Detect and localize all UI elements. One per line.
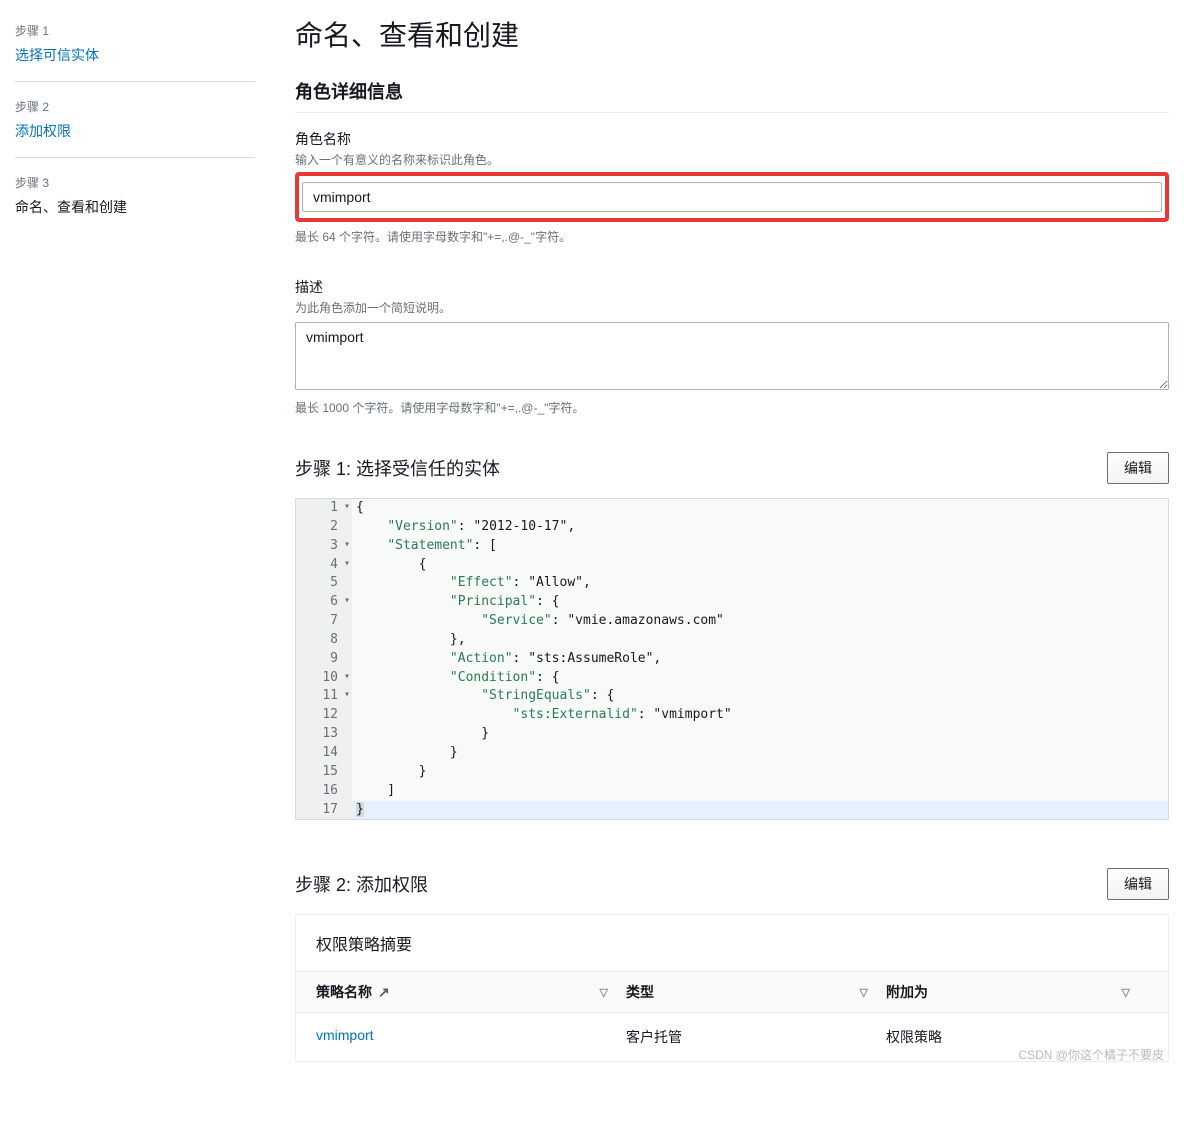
wizard-step-1[interactable]: 步骤 1 选择可信实体 <box>15 14 275 79</box>
column-type[interactable]: 类型 ▽ <box>626 982 886 1002</box>
role-name-highlight <box>295 172 1169 222</box>
divider <box>15 157 255 158</box>
policy-type: 客户托管 <box>626 1027 886 1047</box>
column-label: 附加为 <box>886 982 928 1002</box>
step-number: 步骤 3 <box>15 174 275 191</box>
step1-title: 步骤 1: 选择受信任的实体 <box>295 455 500 481</box>
sort-icon[interactable]: ▽ <box>1122 986 1148 999</box>
role-name-hint: 输入一个有意义的名称来标识此角色。 <box>295 151 1169 168</box>
step-number: 步骤 2 <box>15 98 275 115</box>
description-hint: 为此角色添加一个简短说明。 <box>295 299 1169 316</box>
step-label[interactable]: 添加权限 <box>15 121 275 141</box>
description-help: 最长 1000 个字符。请使用字母数字和"+=,.@-_"字符。 <box>295 399 1169 416</box>
description-label: 描述 <box>295 277 1169 297</box>
watermark: CSDN @你这个橘子不要皮 <box>1018 1046 1164 1063</box>
wizard-step-3: 步骤 3 命名、查看和创建 <box>15 166 275 231</box>
edit-step1-button[interactable]: 编辑 <box>1107 452 1169 484</box>
role-name-label: 角色名称 <box>295 129 1169 149</box>
column-label: 策略名称 <box>316 982 372 1002</box>
column-attached-as[interactable]: 附加为 ▽ <box>886 982 1148 1002</box>
divider <box>295 112 1169 113</box>
step-label[interactable]: 选择可信实体 <box>15 45 275 65</box>
policy-name-link[interactable]: vmimport <box>316 1027 374 1043</box>
column-policy-name[interactable]: 策略名称 ↗ ▽ <box>316 982 626 1002</box>
permissions-table-header: 策略名称 ↗ ▽ 类型 ▽ 附加为 ▽ <box>296 972 1168 1013</box>
step-number: 步骤 1 <box>15 22 275 39</box>
edit-step2-button[interactable]: 编辑 <box>1107 868 1169 900</box>
role-name-input[interactable] <box>302 182 1162 212</box>
permissions-panel: 权限策略摘要 策略名称 ↗ ▽ 类型 ▽ 附加为 ▽ vmimport 客户托 <box>295 914 1169 1062</box>
sort-icon[interactable]: ▽ <box>600 986 626 999</box>
page-title: 命名、查看和创建 <box>295 14 1169 54</box>
wizard-steps: 步骤 1 选择可信实体 步骤 2 添加权限 步骤 3 命名、查看和创建 <box>15 14 295 1135</box>
role-name-help: 最长 64 个字符。请使用字母数字和"+=,.@-_"字符。 <box>295 228 1169 245</box>
main-content: 命名、查看和创建 角色详细信息 角色名称 输入一个有意义的名称来标识此角色。 最… <box>295 14 1169 1135</box>
description-input[interactable] <box>295 322 1169 390</box>
wizard-step-2[interactable]: 步骤 2 添加权限 <box>15 90 275 155</box>
trust-policy-editor[interactable]: 1▾{2 "Version": "2012-10-17",3▾ "Stateme… <box>295 498 1169 820</box>
permissions-panel-title: 权限策略摘要 <box>296 915 1168 972</box>
role-details-heading: 角色详细信息 <box>295 78 1169 104</box>
sort-icon[interactable]: ▽ <box>860 986 886 999</box>
step2-title: 步骤 2: 添加权限 <box>295 871 428 897</box>
external-link-icon: ↗ <box>378 984 390 1001</box>
step-label: 命名、查看和创建 <box>15 197 275 217</box>
column-label: 类型 <box>626 982 654 1002</box>
divider <box>15 81 255 82</box>
policy-attached-as: 权限策略 <box>886 1027 1148 1047</box>
